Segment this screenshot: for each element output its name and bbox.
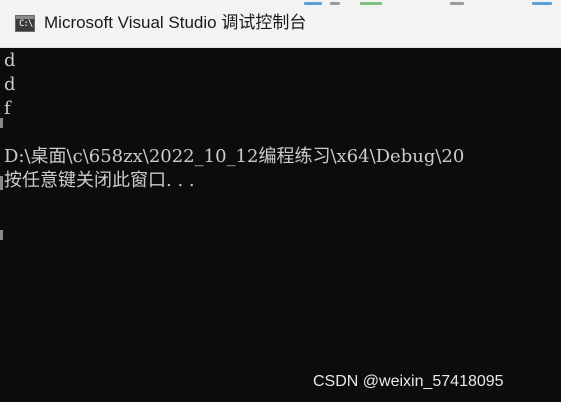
strip-dash — [360, 2, 382, 5]
console-app-icon: C:\ — [15, 15, 35, 32]
console-line: f — [4, 98, 11, 119]
strip-dash — [450, 2, 464, 5]
console-line: d — [4, 50, 16, 71]
title-bar[interactable]: C:\ Microsoft Visual Studio 调试控制台 — [0, 0, 561, 48]
edge-mark — [0, 176, 3, 190]
strip-dash — [330, 2, 340, 5]
console-line: d — [4, 74, 16, 95]
console-prompt-line: 按任意键关闭此窗口. . . — [4, 170, 195, 191]
console-window: C:\ Microsoft Visual Studio 调试控制台 d d f … — [0, 0, 561, 402]
edge-mark — [0, 230, 3, 240]
csdn-watermark: CSDN @weixin_57418095 — [313, 373, 504, 390]
app-icon-glyph: C:\ — [19, 19, 33, 29]
strip-dash — [304, 2, 322, 5]
edge-mark — [0, 118, 3, 128]
strip-dash — [532, 2, 552, 5]
console-output[interactable]: d d f D:\桌面\c\658zx\2022_10_12编程练习\x64\D… — [0, 48, 561, 402]
console-path-line: D:\桌面\c\658zx\2022_10_12编程练习\x64\Debug\2… — [4, 146, 465, 167]
window-title: Microsoft Visual Studio 调试控制台 — [44, 13, 307, 32]
background-window-strip — [300, 0, 561, 8]
